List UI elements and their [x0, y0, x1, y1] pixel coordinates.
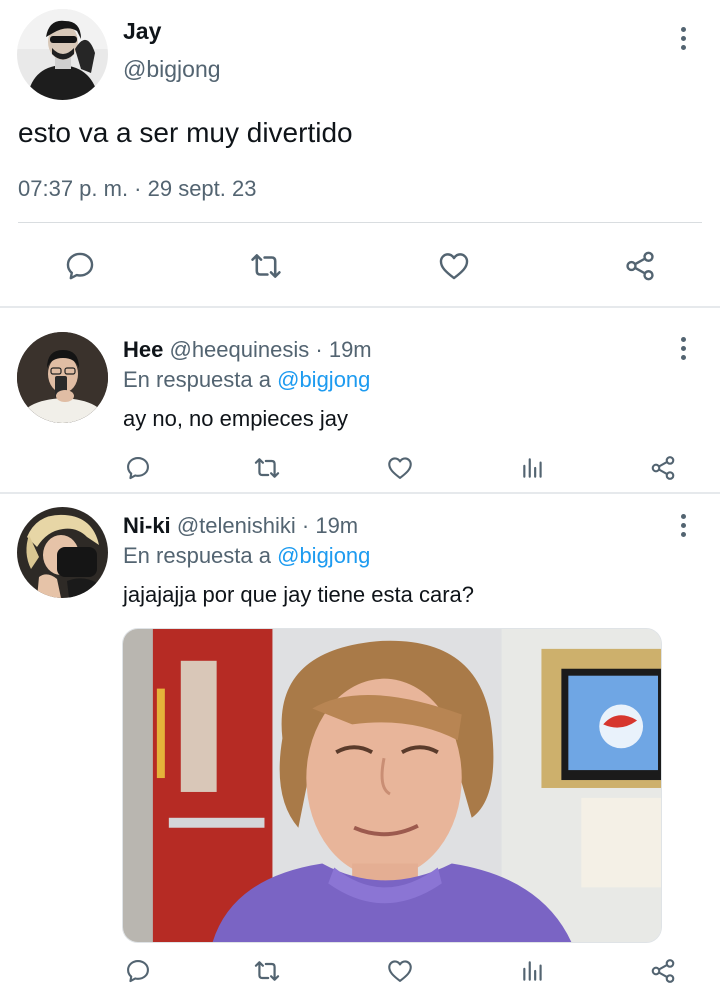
like-button[interactable] — [383, 451, 417, 485]
reply-header: Ni-ki @telenishiki · 19m — [123, 513, 358, 539]
analytics-icon — [523, 458, 542, 478]
author-name[interactable]: Jay — [123, 18, 161, 45]
reply-tweet[interactable]: Hee @heequinesis · 19m En respuesta a @b… — [0, 308, 720, 492]
analytics-icon — [523, 961, 542, 981]
retweet-icon — [254, 458, 280, 478]
mention-link[interactable]: @bigjong — [277, 543, 370, 568]
reply-context-label: En respuesta a — [123, 543, 271, 568]
tweet-text: ay no, no empieces jay — [123, 406, 349, 431]
share-button[interactable] — [646, 451, 680, 485]
reply-button[interactable] — [121, 451, 155, 485]
like-icon — [388, 960, 412, 982]
mention-link[interactable]: @bigjong — [277, 367, 370, 392]
author-name[interactable]: Hee — [123, 337, 163, 362]
reply-icon — [127, 960, 149, 983]
reply-icon — [66, 252, 94, 280]
tweet-text: jajajajja por que jay tiene esta cara? — [123, 582, 475, 607]
retweet-icon — [254, 961, 280, 981]
more-options-icon[interactable] — [671, 23, 695, 53]
reply-time[interactable]: 19m — [329, 337, 372, 362]
author-name[interactable]: Ni-ki — [123, 513, 171, 538]
like-button[interactable] — [383, 954, 417, 988]
avatar[interactable] — [17, 507, 108, 598]
like-icon — [388, 457, 412, 479]
like-icon — [439, 253, 469, 280]
reply-button[interactable] — [121, 954, 155, 988]
reply-context: En respuesta a @bigjong — [123, 367, 370, 393]
author-handle[interactable]: @telenishiki — [177, 513, 296, 538]
analytics-button[interactable] — [516, 954, 550, 988]
separator: · — [301, 513, 310, 538]
share-icon — [651, 456, 675, 480]
retweet-button[interactable] — [247, 451, 287, 485]
tweet-timestamp[interactable]: 07:37 p. m. · 29 sept. 23 — [18, 176, 256, 202]
reply-context-label: En respuesta a — [123, 367, 271, 392]
retweet-icon — [251, 254, 281, 278]
divider — [18, 222, 702, 223]
reply-header: Hee @heequinesis · 19m — [123, 337, 372, 363]
more-options-icon[interactable] — [671, 333, 695, 363]
share-button[interactable] — [618, 244, 662, 288]
share-icon — [651, 959, 675, 983]
tweet-text: esto va a ser muy divertido — [18, 117, 353, 148]
like-button[interactable] — [432, 244, 476, 288]
author-handle[interactable]: @bigjong — [123, 56, 221, 83]
share-button[interactable] — [646, 954, 680, 988]
tweet-media-photo[interactable] — [122, 628, 662, 943]
author-handle[interactable]: @heequinesis — [169, 337, 309, 362]
more-options-icon[interactable] — [671, 510, 695, 540]
reply-icon — [127, 457, 149, 480]
avatar[interactable] — [17, 332, 108, 423]
retweet-button[interactable] — [244, 244, 288, 288]
reply-button[interactable] — [58, 244, 102, 288]
retweet-button[interactable] — [247, 954, 287, 988]
avatar[interactable] — [17, 9, 108, 100]
main-tweet: Jay @bigjong esto va a ser muy divertido… — [0, 0, 720, 307]
reply-time[interactable]: 19m — [315, 513, 358, 538]
reply-context: En respuesta a @bigjong — [123, 543, 370, 569]
analytics-button[interactable] — [516, 451, 550, 485]
share-icon — [626, 251, 654, 281]
separator: · — [315, 337, 323, 362]
